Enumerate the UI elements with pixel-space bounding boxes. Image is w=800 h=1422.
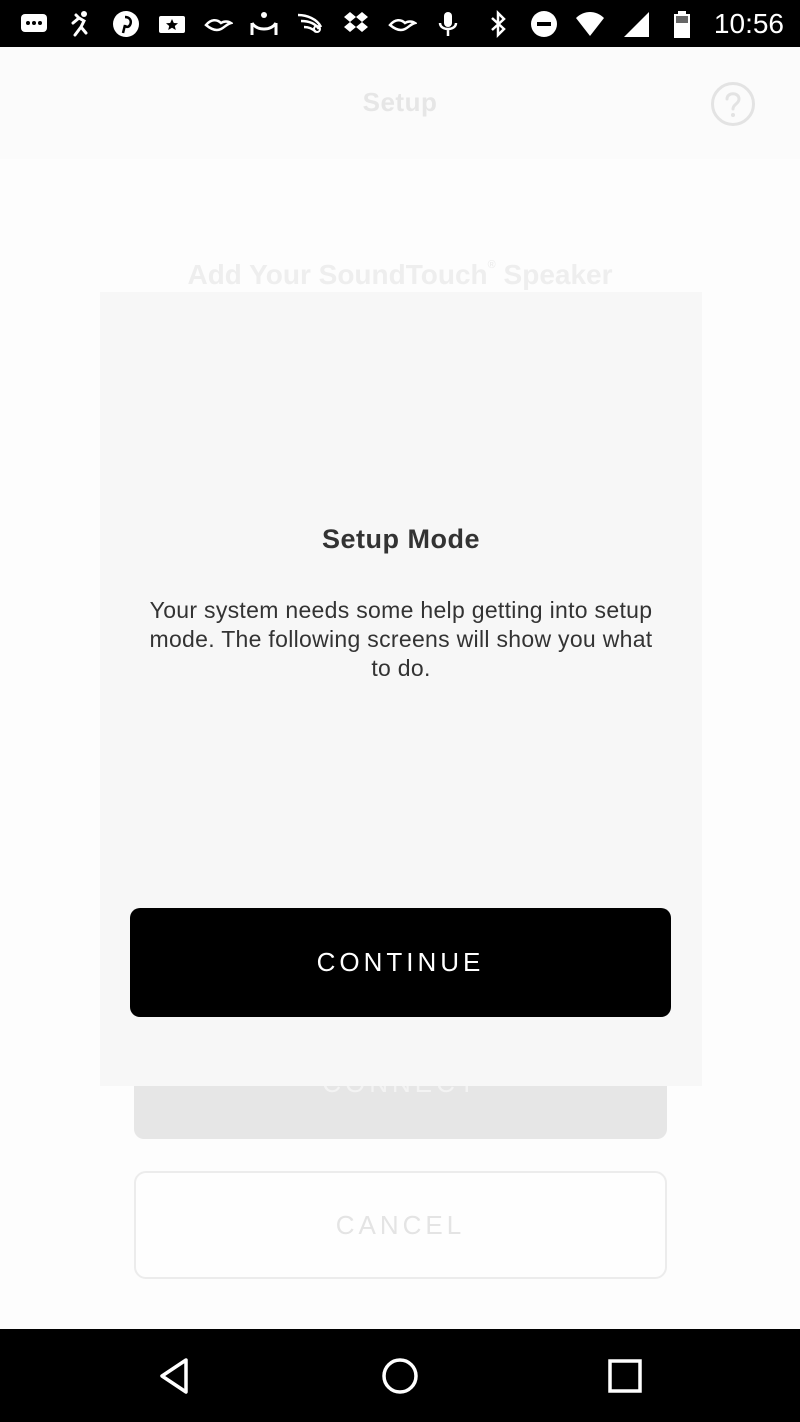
battery-icon xyxy=(666,8,698,40)
status-bar: 10:56 xyxy=(0,0,800,47)
home-icon[interactable] xyxy=(375,1351,425,1401)
page-title: Setup xyxy=(362,87,438,117)
setup-mode-dialog: Setup Mode Your system needs some help g… xyxy=(100,292,702,1086)
dialog-title: Setup Mode xyxy=(322,524,480,554)
help-icon[interactable] xyxy=(710,81,756,127)
run-icon xyxy=(64,8,96,40)
wifi-icon xyxy=(574,8,606,40)
microphone-icon xyxy=(432,8,464,40)
bird-icon xyxy=(386,8,418,40)
app-header: Setup xyxy=(0,47,800,159)
navigation-bar xyxy=(0,1329,800,1422)
recents-icon[interactable] xyxy=(600,1351,650,1401)
bird-icon xyxy=(202,8,234,40)
do-not-disturb-icon xyxy=(528,8,560,40)
clock: 10:56 xyxy=(713,8,784,39)
system-icons: 10:56 xyxy=(482,8,784,40)
ticket-icon xyxy=(156,8,188,40)
notification-icons xyxy=(18,8,464,40)
back-icon[interactable] xyxy=(150,1351,200,1401)
cell-signal-icon xyxy=(620,8,652,40)
continue-button[interactable]: CONTINUE xyxy=(130,908,671,1017)
dropbox-icon xyxy=(340,8,372,40)
bluetooth-icon xyxy=(482,8,514,40)
pinterest-icon xyxy=(110,8,142,40)
app-screen: Setup Add Your SoundTouch® Speaker CONNE… xyxy=(0,47,800,1329)
hammock-icon xyxy=(248,8,280,40)
cancel-button[interactable]: CANCEL xyxy=(134,1171,667,1279)
page-heading: Add Your SoundTouch® Speaker xyxy=(187,259,613,290)
feather-icon xyxy=(294,8,326,40)
connect-button[interactable]: CONNECT xyxy=(134,1082,667,1139)
dialog-message: Your system needs some help getting into… xyxy=(149,597,653,681)
messages-icon xyxy=(18,8,50,40)
